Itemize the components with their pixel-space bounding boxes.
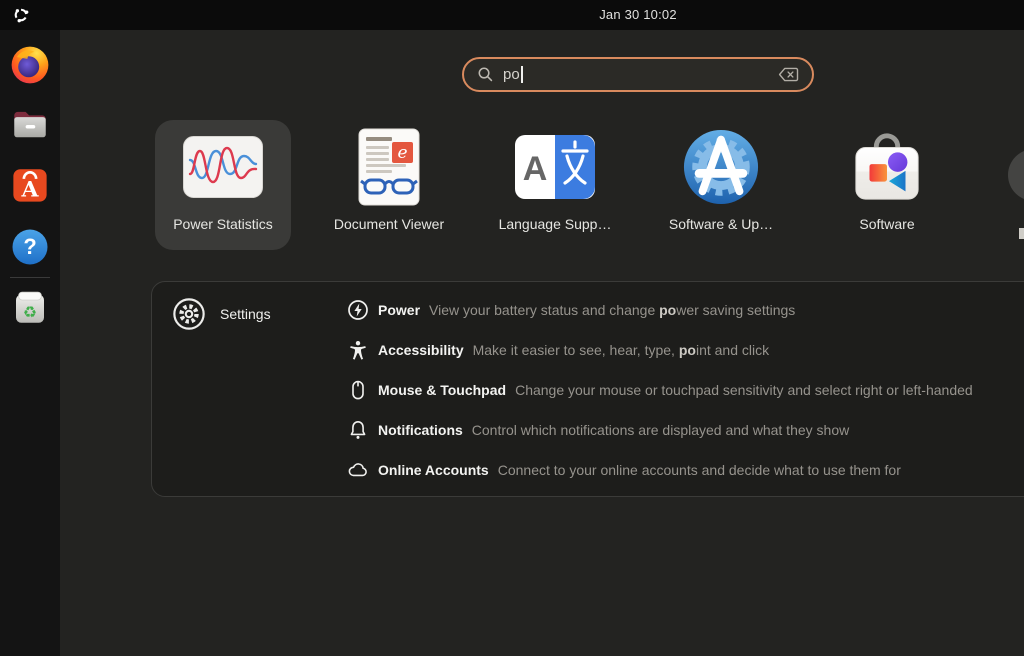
result-description: Control which notifications are displaye… — [472, 422, 849, 438]
result-title: Accessibility — [378, 342, 464, 358]
settings-group-header[interactable]: Settings — [172, 297, 271, 331]
app-label: Language Supp… — [499, 216, 612, 232]
result-row-online-accounts[interactable]: Online Accounts Connect to your online a… — [346, 450, 973, 490]
files-icon[interactable] — [9, 104, 51, 146]
result-title: Online Accounts — [378, 462, 489, 478]
app-label: Document Viewer — [334, 216, 444, 232]
power-statistics-icon — [183, 120, 263, 214]
firefox-icon[interactable] — [9, 44, 51, 86]
result-title: Notifications — [378, 422, 463, 438]
settings-results-panel: Settings Power View your battery status … — [151, 281, 1024, 497]
backspace-clear-icon[interactable] — [778, 67, 799, 82]
text-caret — [521, 66, 523, 83]
svg-text:♻: ♻ — [23, 305, 37, 322]
ubuntu-logo-icon[interactable] — [12, 6, 30, 24]
dock-separator — [10, 277, 50, 278]
activities-overview: Jan 30 10:02 — [0, 0, 1024, 656]
clock[interactable]: Jan 30 10:02 — [599, 0, 677, 30]
settings-group-label: Settings — [220, 306, 271, 322]
app-center-icon[interactable]: A — [9, 164, 51, 206]
result-row-notifications[interactable]: Notifications Control which notification… — [346, 410, 973, 450]
result-row-mouse-touchpad[interactable]: Mouse & Touchpad Change your mouse or to… — [346, 370, 973, 410]
notifications-icon — [346, 419, 370, 441]
search-input[interactable]: po — [462, 57, 814, 92]
power-icon — [346, 299, 370, 321]
top-bar: Jan 30 10:02 — [0, 0, 1024, 30]
app-label: Power Statistics — [173, 216, 273, 232]
document-viewer-icon: e — [358, 120, 420, 214]
search-query: po — [503, 66, 520, 83]
result-description: Connect to your online accounts and deci… — [498, 462, 901, 478]
mouse-touchpad-icon — [346, 379, 370, 401]
accessibility-icon — [346, 339, 370, 361]
search-icon — [477, 66, 494, 83]
online-accounts-icon — [346, 459, 370, 481]
app-tile-software[interactable]: Software — [819, 120, 955, 250]
trash-icon[interactable]: ♻ — [9, 286, 51, 328]
svg-text:e: e — [397, 143, 407, 163]
result-description: View your battery status and change powe… — [429, 302, 795, 318]
software-icon — [848, 120, 926, 214]
svg-text:?: ? — [23, 234, 36, 259]
app-tile-document-viewer[interactable]: e Document Viewer — [321, 120, 457, 250]
settings-rows: Power View your battery status and chang… — [346, 290, 973, 490]
language-support-icon: A — [515, 120, 595, 214]
partial-app-label-fragment — [1019, 228, 1024, 239]
result-row-accessibility[interactable]: Accessibility Make it easier to see, hea… — [346, 330, 973, 370]
app-tile-language-support[interactable]: A Language Supp… — [487, 120, 623, 250]
svg-text:A: A — [21, 176, 40, 202]
app-label: Software & Up… — [669, 216, 773, 232]
app-tile-power-statistics[interactable]: Power Statistics — [155, 120, 291, 250]
result-title: Power — [378, 302, 420, 318]
app-tile-software-updates[interactable]: Software & Up… — [653, 120, 789, 250]
svg-text:A: A — [523, 150, 548, 188]
result-title: Mouse & Touchpad — [378, 382, 506, 398]
help-icon[interactable]: ? — [9, 226, 51, 268]
result-description: Make it easier to see, hear, type, point… — [473, 342, 770, 358]
result-row-power[interactable]: Power View your battery status and chang… — [346, 290, 973, 330]
app-label: Software — [859, 216, 914, 232]
result-description: Change your mouse or touchpad sensitivit… — [515, 382, 973, 398]
software-updates-icon — [682, 120, 760, 214]
dock: A ? ♻ — [0, 30, 60, 656]
app-results: Power Statistics e — [155, 120, 955, 250]
settings-gear-icon — [172, 297, 206, 331]
partial-app-icon[interactable] — [1008, 149, 1024, 201]
